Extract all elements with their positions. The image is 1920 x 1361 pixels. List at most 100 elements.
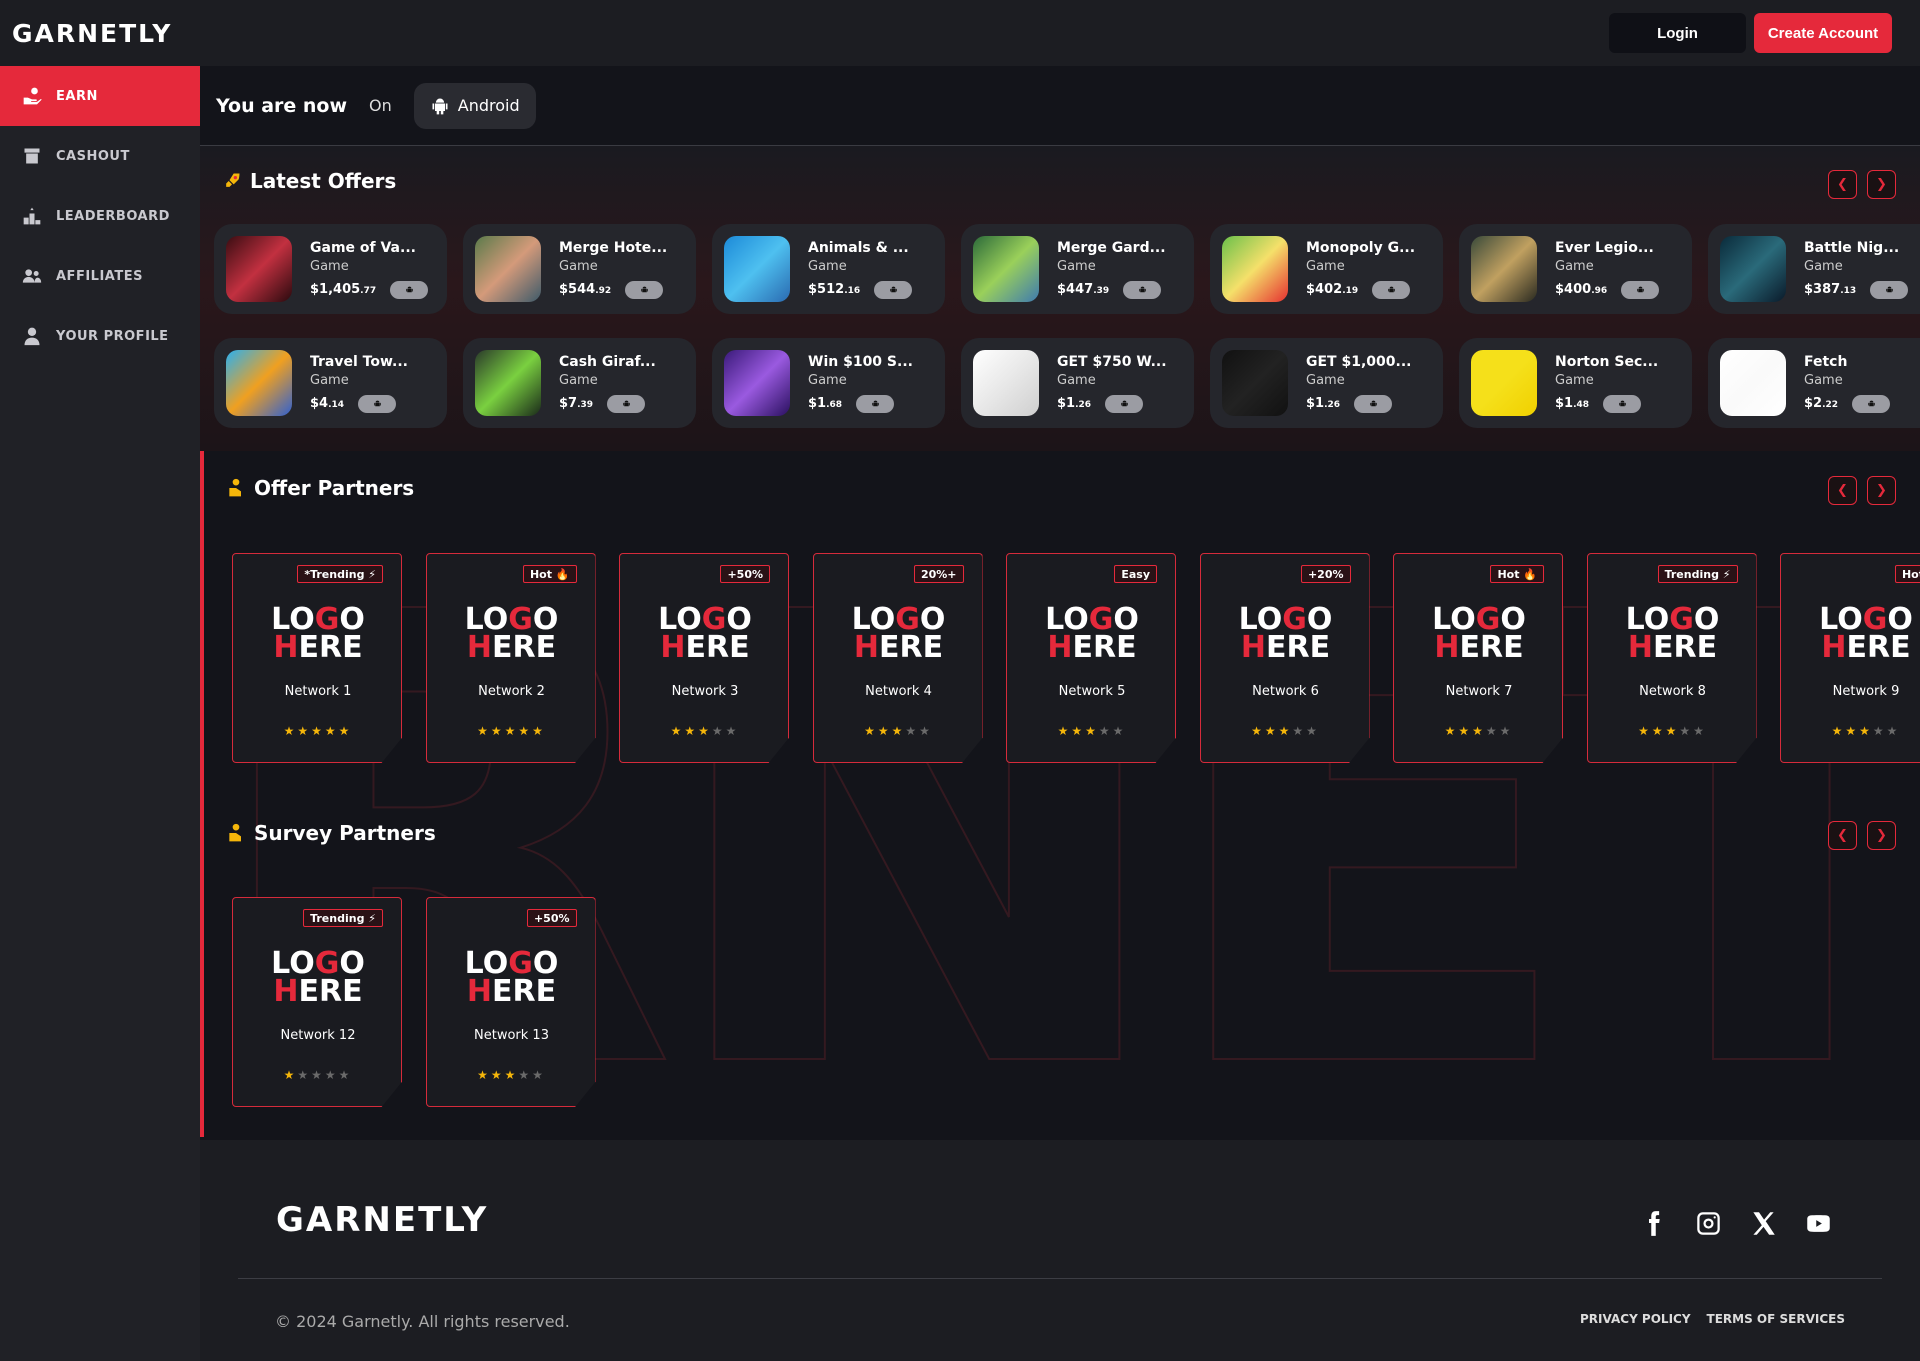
create-account-button[interactable]: Create Account	[1754, 13, 1892, 53]
star-icon: ★	[864, 724, 878, 738]
brand-logo[interactable]: GARNETLY	[12, 19, 172, 48]
offer-card[interactable]: GET $1,000... Game $1.26	[1210, 338, 1443, 428]
sidebar-item-profile[interactable]: YOUR PROFILE	[0, 306, 200, 366]
survey-partners-nav: ❮ ❯	[1828, 821, 1896, 850]
offer-card[interactable]: Win $100 S... Game $1.68	[712, 338, 945, 428]
android-badge	[390, 280, 429, 299]
android-icon	[640, 286, 648, 292]
partner-card[interactable]: +50% LOGO HERE Network 13 ★★★★★	[425, 897, 596, 1107]
offer-thumbnail	[973, 350, 1039, 416]
offer-card[interactable]: Monopoly G... Game $402.19	[1210, 224, 1443, 314]
offer-thumbnail	[226, 236, 292, 302]
offer-price: $1.26	[1306, 396, 1341, 411]
star-icon: ★	[297, 1068, 312, 1082]
sidebar-item-label: LEADERBOARD	[56, 208, 170, 224]
partner-name: Network 9	[1832, 684, 1900, 699]
prev-arrow-button[interactable]: ❮	[1828, 170, 1857, 199]
partner-rating: ★★★★★	[814, 724, 983, 738]
social-links	[1640, 1210, 1832, 1237]
prev-arrow-button[interactable]: ❮	[1828, 821, 1857, 850]
users-icon	[22, 269, 42, 283]
android-icon	[622, 400, 630, 406]
offer-card[interactable]: Cash Giraf... Game $7.39	[463, 338, 696, 428]
rocket-icon	[226, 173, 240, 187]
partner-badge: 20%+	[913, 565, 964, 583]
partner-card[interactable]: Hot 🔥 LOGO HERE Network 7 ★★★★★	[1393, 553, 1563, 763]
offer-price: $1,405.77	[310, 282, 377, 297]
survey-partners-header: Survey Partners	[226, 821, 436, 845]
android-icon	[1120, 400, 1128, 406]
footer-logo[interactable]: GARNETLY	[276, 1200, 488, 1240]
partner-badge: Hot 🔥	[1490, 565, 1544, 583]
star-icon: ★	[297, 724, 312, 738]
star-icon: ★	[1278, 724, 1293, 738]
sidebar-item-earn[interactable]: EARN	[0, 66, 200, 126]
prev-arrow-button[interactable]: ❮	[1828, 476, 1857, 505]
star-icon: ★	[1458, 724, 1473, 738]
offer-card[interactable]: Travel Tow... Game $4.14	[214, 338, 447, 428]
offer-card[interactable]: Merge Hote... Game $544.92	[463, 224, 696, 314]
star-icon: ★	[698, 724, 712, 738]
facebook-icon[interactable]	[1640, 1210, 1667, 1237]
partner-rating: ★★★★★	[427, 724, 596, 738]
section-title: Latest Offers	[250, 169, 397, 193]
next-arrow-button[interactable]: ❯	[1867, 170, 1896, 199]
offer-card[interactable]: Animals & ... Game $512.16	[712, 224, 945, 314]
offer-title: GET $750 W...	[1057, 353, 1167, 370]
offer-thumbnail	[973, 236, 1039, 302]
offer-card[interactable]: Ever Legio... Game $400.96	[1459, 224, 1692, 314]
offer-type: Game	[310, 258, 349, 274]
sidebar-item-label: CASHOUT	[56, 148, 130, 164]
terms-link[interactable]: TERMS OF SERVICES	[1707, 1312, 1845, 1326]
offer-card[interactable]: Battle Nig... Game $387.13	[1708, 224, 1920, 314]
sidebar-item-leaderboard[interactable]: LEADERBOARD	[0, 186, 200, 246]
partner-card[interactable]: Hot LOGOHERE Network 9 ★★★★★	[1780, 553, 1920, 763]
you-are-now-label: You are now	[216, 94, 348, 117]
copyright-text: © 2024 Garnetly. All rights reserved.	[275, 1312, 570, 1331]
sidebar: EARN CASHOUT LEADERBOARD AFFILIATES YOUR…	[0, 66, 200, 1361]
x-twitter-icon[interactable]	[1750, 1210, 1777, 1237]
star-icon: ★	[518, 1068, 533, 1082]
instagram-icon[interactable]	[1695, 1210, 1722, 1237]
partner-card[interactable]: Trending ⚡ LOGO HERE Network 8 ★★★★★	[1586, 553, 1757, 763]
login-button[interactable]: Login	[1609, 13, 1746, 53]
main-content: RNET You are now On Android Latest Offer…	[200, 66, 1920, 1140]
sidebar-item-affiliates[interactable]: AFFILIATES	[0, 246, 200, 306]
partner-badge: Hot 🔥	[522, 565, 577, 583]
privacy-policy-link[interactable]: PRIVACY POLICY	[1580, 1312, 1691, 1326]
partner-logo: LOGO HERE	[1819, 602, 1913, 665]
star-icon: ★	[1499, 724, 1514, 738]
star-icon: ★	[477, 1068, 491, 1082]
android-icon	[1618, 400, 1626, 406]
offer-type: Game	[559, 258, 598, 274]
next-arrow-button[interactable]: ❯	[1867, 821, 1896, 850]
partner-card[interactable]: +20% LOGO HERE Network 6 ★★★★★	[1199, 553, 1370, 763]
star-icon: ★	[711, 724, 726, 738]
sidebar-item-cashout[interactable]: CASHOUT	[0, 126, 200, 186]
offer-card[interactable]: Game of Va... Game $1,405.77	[214, 224, 447, 314]
offer-card[interactable]: Merge Gard... Game $447.39	[961, 224, 1194, 314]
offer-type: Game	[1306, 258, 1345, 274]
partner-logo: LOGO HERE	[658, 602, 752, 665]
partner-logo: LOGO HERE	[1045, 602, 1139, 665]
partner-logo: LOGO HERE	[1432, 602, 1526, 665]
android-badge	[856, 394, 895, 413]
partner-card[interactable]: Hot 🔥 LOGO HERE Network 2 ★★★★★	[425, 553, 596, 763]
platform-selector[interactable]: Android	[413, 82, 536, 129]
youtube-icon[interactable]	[1805, 1210, 1832, 1237]
partner-card[interactable]: Trending ⚡ LOGO HERE Network 12 ★★★★★	[232, 897, 402, 1107]
android-badge	[607, 394, 646, 413]
offer-price: $400.96	[1555, 282, 1608, 297]
offer-card[interactable]: Norton Sec... Game $1.48	[1459, 338, 1692, 428]
partner-logo: LOGO HERE	[271, 602, 365, 665]
partner-card[interactable]: Easy LOGO HERE Network 5 ★★★★★	[1006, 553, 1176, 763]
offer-price: $4.14	[310, 396, 345, 411]
offer-card[interactable]: Fetch Game $2.22	[1708, 338, 1920, 428]
partner-card[interactable]: 20%+ LOGO HERE Network 4 ★★★★★	[812, 553, 983, 763]
offer-price: $1.26	[1057, 396, 1092, 411]
hand-coin-icon	[229, 823, 241, 842]
partner-card[interactable]: +50% LOGO HERE Network 3 ★★★★★	[619, 553, 789, 763]
next-arrow-button[interactable]: ❯	[1867, 476, 1896, 505]
partner-card[interactable]: *Trending ⚡ LOGO HERE Network 1 ★★★★★	[232, 553, 402, 763]
offer-card[interactable]: GET $750 W... Game $1.26	[961, 338, 1194, 428]
